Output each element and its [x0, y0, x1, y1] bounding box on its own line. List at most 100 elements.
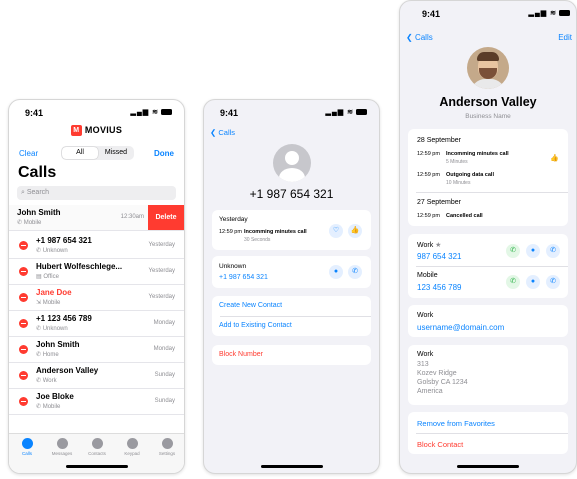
email-label: Work [417, 312, 434, 319]
delete-button[interactable]: Delete [148, 205, 184, 230]
call-type: ✆ Unknown [36, 326, 68, 332]
segment-all[interactable]: All [62, 147, 98, 159]
history-desc: Incomming minutes call [244, 229, 307, 235]
call-time: Monday [153, 320, 175, 326]
number-detail-screen: 9:41 ▂▄▆ ≋ ❮ Calls +1 987 654 321 Yester… [203, 99, 380, 474]
whatsapp-icon[interactable]: ✆ [506, 275, 520, 289]
address-label: Work [417, 351, 434, 358]
phone-icon [21, 438, 33, 449]
clear-button[interactable]: Clear [19, 149, 38, 158]
contacts-icon [91, 438, 103, 449]
tab-keypad[interactable]: Keypad [115, 438, 149, 456]
history-time: 12:59 pm [417, 172, 440, 178]
remove-icon[interactable] [19, 345, 28, 354]
phone-label: Mobile [417, 272, 438, 279]
back-button[interactable]: ❮ Calls [406, 33, 433, 42]
call-time: Yesterday [148, 242, 175, 248]
call-time: Monday [153, 346, 175, 352]
call-name: John Smith [17, 208, 61, 217]
history-day: Yesterday [219, 216, 248, 223]
remove-favorite-button[interactable]: Remove from Favorites [417, 419, 495, 428]
call-type: ⇲ Mobile [36, 300, 61, 306]
call-type: ✆ Mobile [36, 404, 61, 410]
tab-calls[interactable]: Calls [10, 438, 44, 456]
tab-settings[interactable]: Settings [150, 438, 184, 456]
call-type: ▤ Office [36, 274, 59, 280]
signal-wifi-battery-icon: ▂▄▆ ≋ [325, 108, 367, 116]
history-desc: Cancelled call [446, 213, 483, 219]
message-icon[interactable]: ● [526, 244, 540, 258]
avatar-placeholder [272, 144, 311, 182]
status-bar: 9:41 ▂▄▆ ≋ [400, 1, 576, 23]
feedback-dislike-icon[interactable]: ♡ [329, 224, 343, 238]
back-button[interactable]: ❮ Calls [210, 128, 235, 137]
call-time: Sunday [154, 372, 175, 378]
home-indicator [457, 465, 519, 468]
create-contact-button[interactable]: Create New Contact [219, 302, 282, 309]
call-icon[interactable]: ✆ [546, 244, 560, 258]
call-row[interactable]: Jane Doe ⇲ Mobile Yesterday [9, 285, 184, 311]
remove-icon[interactable] [19, 319, 28, 328]
edit-button[interactable]: Edit [558, 33, 572, 42]
search-placeholder: Search [26, 189, 50, 196]
status-bar: 9:41 ▂▄▆ ≋ [9, 100, 184, 122]
phone-number-link[interactable]: 123 456 789 [417, 283, 462, 292]
call-row[interactable]: John Smith ✆ Home Monday [9, 337, 184, 363]
block-number-button[interactable]: Block Number [219, 351, 263, 358]
number-card: Unknown +1 987 654 321 ● ✆ [212, 256, 371, 288]
done-button[interactable]: Done [154, 149, 174, 158]
whatsapp-icon[interactable]: ✆ [506, 244, 520, 258]
call-row[interactable]: Hubert Wolfeschlege... ▤ Office Yesterda… [9, 259, 184, 285]
call-type: ✆ Home [36, 352, 59, 358]
add-existing-contact-button[interactable]: Add to Existing Contact [219, 322, 292, 329]
call-time: Sunday [154, 398, 175, 404]
remove-icon[interactable] [19, 397, 28, 406]
call-type: ✆ Work [36, 378, 57, 384]
call-row[interactable]: +1 987 654 321 ✆ Unknown Yesterday [9, 233, 184, 259]
call-name: Joe Bloke [36, 392, 74, 401]
call-row[interactable]: +1 123 456 789 ✆ Unknown Monday [9, 311, 184, 337]
chevron-left-icon: ❮ [406, 33, 415, 42]
call-row[interactable]: Joe Bloke ✆ Mobile Sunday [9, 389, 184, 415]
call-row[interactable]: Anderson Valley ✆ Work Sunday [9, 363, 184, 389]
email-link[interactable]: username@domain.com [417, 323, 504, 332]
history-desc: Incomming minutes call [446, 151, 509, 157]
phone-number-link[interactable]: 987 654 321 [417, 252, 462, 261]
number-value[interactable]: +1 987 654 321 [219, 274, 268, 281]
brand-logo: M MOVIUS [9, 125, 184, 137]
status-time: 9:41 [25, 108, 44, 118]
call-time: Yesterday [148, 294, 175, 300]
call-time: Yesterday [148, 268, 175, 274]
call-time: 12:30am [120, 214, 144, 220]
message-icon[interactable]: ● [526, 275, 540, 289]
call-type: ✆ Unknown [36, 248, 68, 254]
contact-actions-card: Remove from Favorites Block Contact [408, 412, 568, 454]
search-input[interactable]: ⌕ Search [17, 186, 176, 200]
call-row[interactable]: John Smith ✆ Mobile 12:30am Delete [9, 205, 184, 231]
feedback-like-icon[interactable]: 👍 [348, 224, 362, 238]
remove-icon[interactable] [19, 267, 28, 276]
remove-icon[interactable] [19, 293, 28, 302]
message-icon [56, 438, 68, 449]
phone-label: Work ★ [417, 242, 442, 249]
call-icon[interactable]: ✆ [348, 265, 362, 279]
call-name: John Smith [36, 340, 80, 349]
tab-messages[interactable]: Messages [45, 438, 79, 456]
address-line: America [417, 388, 443, 395]
block-contact-button[interactable]: Block Contact [417, 440, 463, 449]
brand-name: MOVIUS [84, 125, 123, 135]
call-name: +1 123 456 789 [36, 314, 92, 323]
keypad-icon [126, 438, 138, 449]
history-duration: 5 Minutes [446, 159, 468, 165]
call-type: ✆ Mobile [17, 220, 42, 226]
segment-missed[interactable]: Missed [98, 149, 134, 156]
remove-icon[interactable] [19, 371, 28, 380]
movius-logo-icon: M [70, 125, 82, 137]
remove-icon[interactable] [19, 241, 28, 250]
tab-contacts[interactable]: Contacts [80, 438, 114, 456]
call-icon[interactable]: ✆ [546, 275, 560, 289]
message-icon[interactable]: ● [329, 265, 343, 279]
call-name: +1 987 654 321 [36, 236, 92, 245]
contact-actions-card: Create New Contact Add to Existing Conta… [212, 296, 371, 336]
tab-bar: Calls Messages Contacts Keypad Settings [9, 433, 184, 473]
